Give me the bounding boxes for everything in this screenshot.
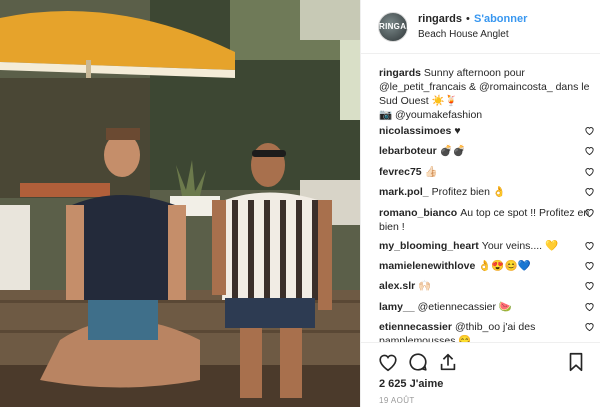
post-sidebar: RINGARDS ringards • S'abonner Beach Hous… bbox=[360, 0, 600, 407]
comment-text: 🙌🏻 bbox=[418, 280, 432, 293]
caption-mention[interactable]: @le_petit_francais bbox=[379, 81, 466, 93]
comment-like-icon[interactable] bbox=[584, 321, 595, 332]
avatar[interactable]: RINGARDS bbox=[378, 12, 425, 42]
comment-text: 👌😍😊💙 bbox=[478, 259, 531, 272]
comment-username[interactable]: nicolassimoes bbox=[379, 125, 451, 137]
comment-text: 👍🏻 bbox=[424, 165, 438, 178]
comment: lebarboteur 💣💣 bbox=[379, 144, 599, 164]
caption-mention[interactable]: @romaincosta_ bbox=[479, 81, 553, 93]
comment-like-icon[interactable] bbox=[584, 166, 595, 177]
comment-text: @etiennecassier 🍉 bbox=[417, 300, 512, 313]
comment-username[interactable]: mark.pol_ bbox=[379, 186, 429, 198]
post-header: RINGARDS ringards • S'abonner Beach Hous… bbox=[361, 0, 600, 54]
comment-username[interactable]: mamielenewithlove bbox=[379, 260, 475, 272]
post-caption: ringards Sunny afternoon pour @le_petit_… bbox=[379, 66, 591, 122]
comment: fevrec75 👍🏻 bbox=[379, 165, 599, 185]
follow-button[interactable]: S'abonner bbox=[474, 13, 527, 25]
caption-mention[interactable]: @youmakefashion bbox=[395, 109, 482, 121]
comment-username[interactable]: fevrec75 bbox=[379, 166, 422, 178]
comment-like-icon[interactable] bbox=[584, 301, 595, 312]
comment: alex.slr 🙌🏻 bbox=[379, 279, 599, 299]
header-separator: • bbox=[466, 13, 470, 25]
comment-username[interactable]: etiennecassier bbox=[379, 321, 452, 333]
post-photo-illustration bbox=[0, 0, 360, 407]
comment-text: Profitez bien 👌 bbox=[431, 186, 506, 199]
comment-like-icon[interactable] bbox=[584, 280, 595, 291]
post-date: 19 AOÛT bbox=[379, 396, 415, 405]
comment-username[interactable]: my_blooming_heart bbox=[379, 240, 479, 252]
caption-text: & bbox=[466, 81, 479, 93]
comment-icon[interactable] bbox=[407, 351, 429, 373]
caption-username[interactable]: ringards bbox=[379, 67, 421, 79]
comment-like-icon[interactable] bbox=[584, 145, 595, 156]
comment-like-icon[interactable] bbox=[584, 207, 595, 218]
comment-like-icon[interactable] bbox=[584, 260, 595, 271]
post-actions: 2 625 J'aime 19 AOÛT bbox=[361, 342, 600, 407]
comment: my_blooming_heart Your veins.... 💛 bbox=[379, 239, 599, 259]
share-icon[interactable] bbox=[437, 351, 459, 373]
post-username[interactable]: ringards bbox=[418, 13, 462, 25]
post-photo[interactable] bbox=[0, 0, 360, 407]
bookmark-icon[interactable] bbox=[565, 351, 587, 373]
comments-list[interactable]: nicolassimoes ♥ lebarboteur 💣💣 fevrec75 👍🏻 … bbox=[379, 124, 599, 374]
comment-username[interactable]: romano_bianco bbox=[379, 207, 457, 219]
comment-like-icon[interactable] bbox=[584, 125, 595, 136]
comment: nicolassimoes ♥ bbox=[379, 124, 599, 144]
comment: lamy__ @etiennecassier 🍉 bbox=[379, 300, 599, 320]
comment-username[interactable]: alex.slr bbox=[379, 280, 415, 292]
comment-text: ♥ bbox=[454, 125, 461, 137]
comment: mark.pol_ Profitez bien 👌 bbox=[379, 185, 599, 205]
post-location[interactable]: Beach House Anglet bbox=[418, 29, 509, 40]
camera-emoji: 📷 bbox=[379, 109, 393, 121]
comment: romano_bianco Au top ce spot !! Profitez … bbox=[379, 206, 599, 239]
comment-text: Your veins.... 💛 bbox=[481, 239, 559, 252]
avatar-text: RINGARDS bbox=[379, 22, 425, 31]
comment-like-icon[interactable] bbox=[584, 240, 595, 251]
comment-username[interactable]: lamy__ bbox=[379, 301, 415, 313]
like-count[interactable]: 2 625 J'aime bbox=[379, 378, 443, 390]
comment-text: 💣💣 bbox=[439, 145, 466, 158]
caption-text: Sunny afternoon pour bbox=[421, 67, 525, 79]
comment: mamielenewithlove 👌😍😊💙 bbox=[379, 259, 599, 279]
comment-like-icon[interactable] bbox=[584, 186, 595, 197]
comment-username[interactable]: lebarboteur bbox=[379, 145, 437, 157]
heart-icon[interactable] bbox=[377, 351, 399, 373]
